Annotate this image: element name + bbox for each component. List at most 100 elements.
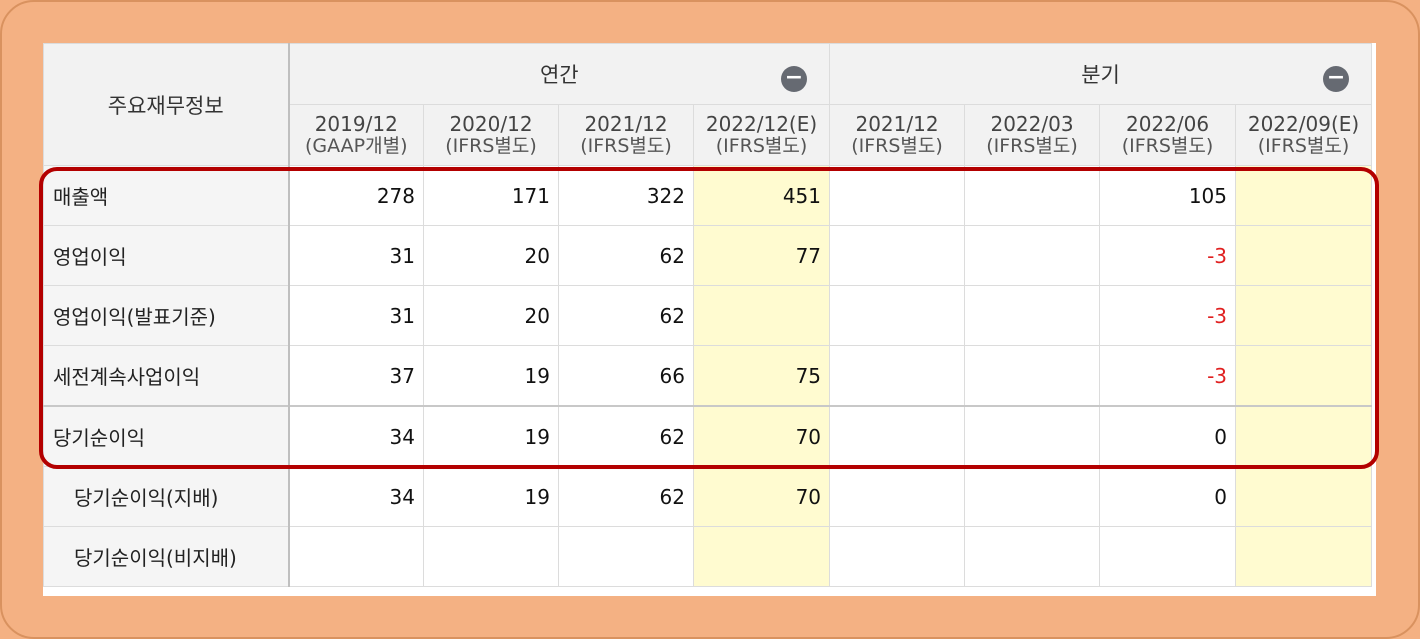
row-label[interactable]: 영업이익(발표기준) [43,285,290,346]
row-label[interactable]: 당기순이익(지배) [43,466,290,527]
financial-summary-panel: 주요재무정보 연간 − 분기 − 2019/12 (GAAP개별) 2020/12(… [43,43,1376,596]
value-cell: 20 [423,285,559,346]
value-cell [558,526,694,587]
value-cell: 171 [423,165,559,226]
value-cell [1099,526,1237,587]
row-label[interactable]: 세전계속사업이익 [43,345,290,407]
table-row: 당기순이익(지배) 34 19 62 70 0 [43,466,1373,527]
value-cell [1235,165,1373,226]
value-cell [829,345,966,407]
value-cell: 105 [1099,165,1237,226]
value-cell [829,225,966,286]
basis-label: (IFRS별도) [715,135,808,157]
value-cell: 451 [692,165,831,226]
row-label[interactable]: 매출액 [43,165,290,226]
period-label: 2022/03 [990,112,1074,136]
value-cell: -3 [1099,345,1237,407]
period-label: 2022/12(E) [705,112,818,136]
value-cell [829,165,966,226]
period-header-3: 2022/12(E) (IFRS별도) [692,104,831,166]
value-cell: 31 [288,225,424,286]
value-cell: 66 [558,345,694,407]
value-cell [1235,225,1373,286]
value-cell [1235,285,1373,346]
table-row: 당기순이익(비지배) [43,526,1373,587]
basis-label: (IFRS별도) [851,135,943,157]
period-header-0: 2019/12 (GAAP개별) [288,104,424,166]
value-cell: 37 [288,345,424,407]
period-label: 2022/06 [1125,112,1210,136]
value-cell [829,466,966,527]
value-cell: 62 [558,405,694,467]
basis-label: (IFRS별도) [1121,135,1214,157]
period-header-4: 2021/12 (IFRS별도) [829,104,966,166]
period-header-5: 2022/03 (IFRS별도) [964,104,1101,166]
value-cell [964,526,1101,587]
value-cell [692,526,831,587]
period-label: 2020/12 [449,112,533,136]
table-body: 매출액 278 171 322 451 105 영업이익 31 20 62 77 -3 영업이익(발표기… [43,165,1373,587]
period-label: 2021/12 [855,112,939,136]
value-cell: 19 [423,466,559,527]
basis-label: (IFRS별도) [580,135,672,157]
value-cell [829,405,966,467]
period-header-1: 2020/12 (IFRS별도) [423,104,559,166]
financial-summary-table: 주요재무정보 연간 − 분기 − 2019/12 (GAAP개별) 2020/12(… [43,43,1373,587]
table-row: 매출액 278 171 322 451 105 [43,165,1373,226]
value-cell: 62 [558,466,694,527]
annual-collapse-button[interactable]: − [781,66,808,92]
value-cell [1235,405,1373,467]
table-row: 영업이익(발표기준) 31 20 62 -3 [43,285,1373,346]
value-cell: 278 [288,165,424,226]
value-cell: 19 [423,405,559,467]
basis-label: (IFRS별도) [445,135,537,157]
value-cell [964,225,1101,286]
value-cell: 62 [558,225,694,286]
table-row: 세전계속사업이익 37 19 66 75 -3 [43,345,1373,407]
quarter-group-label: 분기 [1081,63,1120,87]
period-header-2: 2021/12 (IFRS별도) [558,104,694,166]
value-cell: 19 [423,345,559,407]
value-cell [964,285,1101,346]
value-cell: 0 [1099,405,1237,467]
value-cell [964,345,1101,407]
value-cell [423,526,559,587]
basis-label: (GAAP개별) [305,135,408,157]
basis-label: (IFRS별도) [986,135,1078,157]
quarter-collapse-button[interactable]: − [1323,66,1350,92]
period-header-6: 2022/06 (IFRS별도) [1099,104,1237,166]
period-label: 2021/12 [584,112,668,136]
value-cell [829,285,966,346]
corner-header: 주요재무정보 [43,43,290,166]
value-cell [829,526,966,587]
value-cell [1235,526,1373,587]
row-label[interactable]: 영업이익 [43,225,290,286]
value-cell: 0 [1099,466,1237,527]
value-cell [964,405,1101,467]
table-row: 영업이익 31 20 62 77 -3 [43,225,1373,286]
value-cell: 31 [288,285,424,346]
value-cell: 77 [692,225,831,286]
value-cell: -3 [1099,285,1237,346]
basis-label: (IFRS별도) [1257,135,1350,157]
row-label[interactable]: 당기순이익 [43,405,290,467]
value-cell [1235,466,1373,527]
value-cell [964,466,1101,527]
value-cell [1235,345,1373,407]
annual-group-label: 연간 [539,63,579,87]
value-cell: 34 [288,405,424,467]
table-row: 당기순이익 34 19 62 70 0 [43,405,1373,467]
value-cell: 62 [558,285,694,346]
annual-group-header: 연간 − [287,43,831,105]
quarter-group-header: 분기 − [829,43,1373,105]
value-cell: 70 [692,405,831,467]
value-cell: 75 [692,345,831,407]
value-cell: 70 [692,466,831,527]
row-label[interactable]: 당기순이익(비지배) [43,526,290,587]
value-cell [692,285,831,346]
period-header-7: 2022/09(E) (IFRS별도) [1235,104,1373,166]
period-label: 2019/12 [314,112,398,136]
value-cell: 322 [558,165,694,226]
value-cell: 34 [288,466,424,527]
period-label: 2022/09(E) [1247,112,1360,136]
